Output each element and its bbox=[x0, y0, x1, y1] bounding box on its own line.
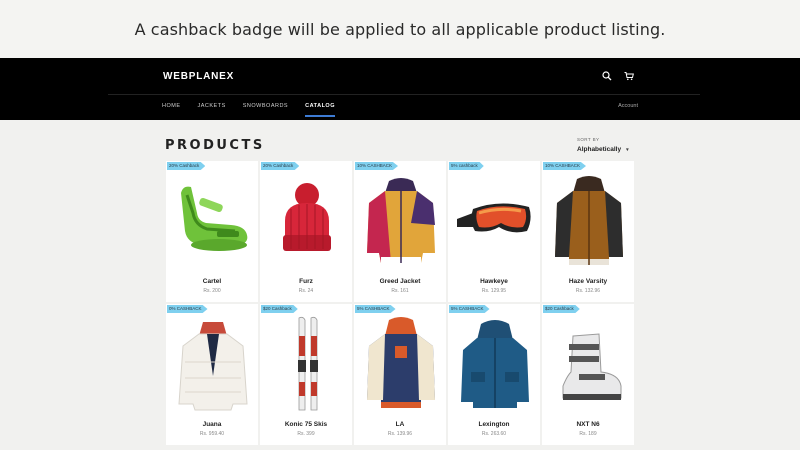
product-grid: 20% Cashback Cartel Rs. 200 20% Cashback bbox=[165, 160, 635, 446]
product-price: Rs. 189 bbox=[579, 431, 597, 437]
nav-jackets[interactable]: JACKETS bbox=[198, 103, 226, 117]
blue-parka-image bbox=[455, 316, 535, 412]
skis-image bbox=[267, 316, 347, 412]
product-name: Greed Jacket bbox=[379, 278, 421, 285]
product-name: NXT N6 bbox=[576, 421, 600, 428]
snowboard-binding-image bbox=[173, 173, 253, 269]
product-price: Rs. 24 bbox=[298, 288, 314, 294]
cashback-badge: 0% CASHBACK bbox=[167, 305, 208, 313]
product-price: Rs. 139.96 bbox=[387, 431, 413, 437]
site-header: WEBPLANEX HOME JACKETS SNOWBOARDS CATALO… bbox=[0, 58, 800, 120]
red-beanie-image bbox=[267, 173, 347, 269]
nav-snowboards[interactable]: SNOWBOARDS bbox=[243, 103, 288, 117]
product-price: Rs. 129.95 bbox=[481, 288, 507, 294]
account-link[interactable]: Account bbox=[618, 103, 638, 109]
cashback-badge: 5% CASHBACK bbox=[449, 305, 490, 313]
announcement-caption: A cashback badge will be applied to all … bbox=[134, 19, 666, 39]
brand-logo[interactable]: WEBPLANEX bbox=[163, 71, 234, 82]
catalog-content: PRODUCTS SORT BY Alphabetically ▾ 20% Ca… bbox=[0, 120, 800, 450]
product-name: Hawkeye bbox=[480, 278, 508, 285]
nav-catalog[interactable]: CATALOG bbox=[305, 103, 335, 117]
product-name: Cartel bbox=[202, 278, 222, 285]
product-price: Rs. 959.40 bbox=[199, 431, 225, 437]
cashback-badge: 5% CASHBACK bbox=[355, 305, 396, 313]
cashback-badge: 5% cashback bbox=[449, 162, 484, 170]
cashback-badge: $20 Cashback bbox=[261, 305, 298, 313]
product-name: Haze Varsity bbox=[568, 278, 608, 285]
product-name: Konic 75 Skis bbox=[284, 421, 328, 428]
announcement-caption-band: A cashback badge will be applied to all … bbox=[0, 0, 800, 58]
cart-icon[interactable] bbox=[624, 71, 634, 81]
page-title: PRODUCTS bbox=[165, 138, 265, 153]
product-card-nxt-n6[interactable]: $20 Cashback NXT N6 Rs. 189 bbox=[541, 303, 635, 446]
color-jacket-image bbox=[361, 173, 441, 269]
header-divider bbox=[108, 94, 700, 95]
header-icons bbox=[602, 71, 634, 81]
product-price: Rs. 263.60 bbox=[481, 431, 507, 437]
cashback-badge: 10% CASHBACK bbox=[543, 162, 587, 170]
product-price: Rs. 399 bbox=[297, 431, 315, 437]
product-name: Furz bbox=[299, 278, 313, 285]
product-price: Rs. 132.96 bbox=[575, 288, 601, 294]
sort-value: Alphabetically bbox=[577, 146, 622, 153]
product-name: Lexington bbox=[478, 421, 510, 428]
search-icon[interactable] bbox=[602, 71, 612, 81]
product-card-haze-varsity[interactable]: 10% CASHBACK Haze Varsity Rs. 132.96 bbox=[541, 160, 635, 303]
cashback-badge: 20% Cashback bbox=[167, 162, 206, 170]
product-card-hawkeye[interactable]: 5% cashback Hawkeye Rs. 129.95 bbox=[447, 160, 541, 303]
sort-label: SORT BY bbox=[577, 137, 600, 142]
ski-boot-image bbox=[549, 316, 629, 412]
product-card-la[interactable]: 5% CASHBACK LA Rs. 139.96 bbox=[353, 303, 447, 446]
product-card-lexington[interactable]: 5% CASHBACK Lexington Rs. 263.60 bbox=[447, 303, 541, 446]
product-card-cartel[interactable]: 20% Cashback Cartel Rs. 200 bbox=[165, 160, 259, 303]
main-nav: HOME JACKETS SNOWBOARDS CATALOG bbox=[162, 103, 352, 117]
brown-jacket-image bbox=[549, 173, 629, 269]
cashback-badge: 20% Cashback bbox=[261, 162, 300, 170]
goggles-image bbox=[455, 173, 535, 269]
chevron-down-icon: ▾ bbox=[626, 146, 629, 153]
nav-home[interactable]: HOME bbox=[162, 103, 181, 117]
product-card-furz[interactable]: 20% Cashback Furz Rs. 24 bbox=[259, 160, 353, 303]
product-card-juana[interactable]: 0% CASHBACK Juana Rs. 959.40 bbox=[165, 303, 259, 446]
product-price: Rs. 161 bbox=[391, 288, 409, 294]
sort-dropdown[interactable]: Alphabetically ▾ bbox=[577, 146, 629, 153]
varsity-jacket-image bbox=[361, 316, 441, 412]
product-price: Rs. 200 bbox=[203, 288, 221, 294]
cashback-badge: 10% CASHBACK bbox=[355, 162, 399, 170]
cashback-badge: $20 Cashback bbox=[543, 305, 580, 313]
product-name: LA bbox=[395, 421, 405, 428]
product-card-greed-jacket[interactable]: 10% CASHBACK Greed Jacket Rs. 161 bbox=[353, 160, 447, 303]
product-name: Juana bbox=[202, 421, 222, 428]
white-jacket-image bbox=[173, 316, 253, 412]
product-card-konic-75-skis[interactable]: $20 Cashback Konic 75 Skis Rs. 399 bbox=[259, 303, 353, 446]
